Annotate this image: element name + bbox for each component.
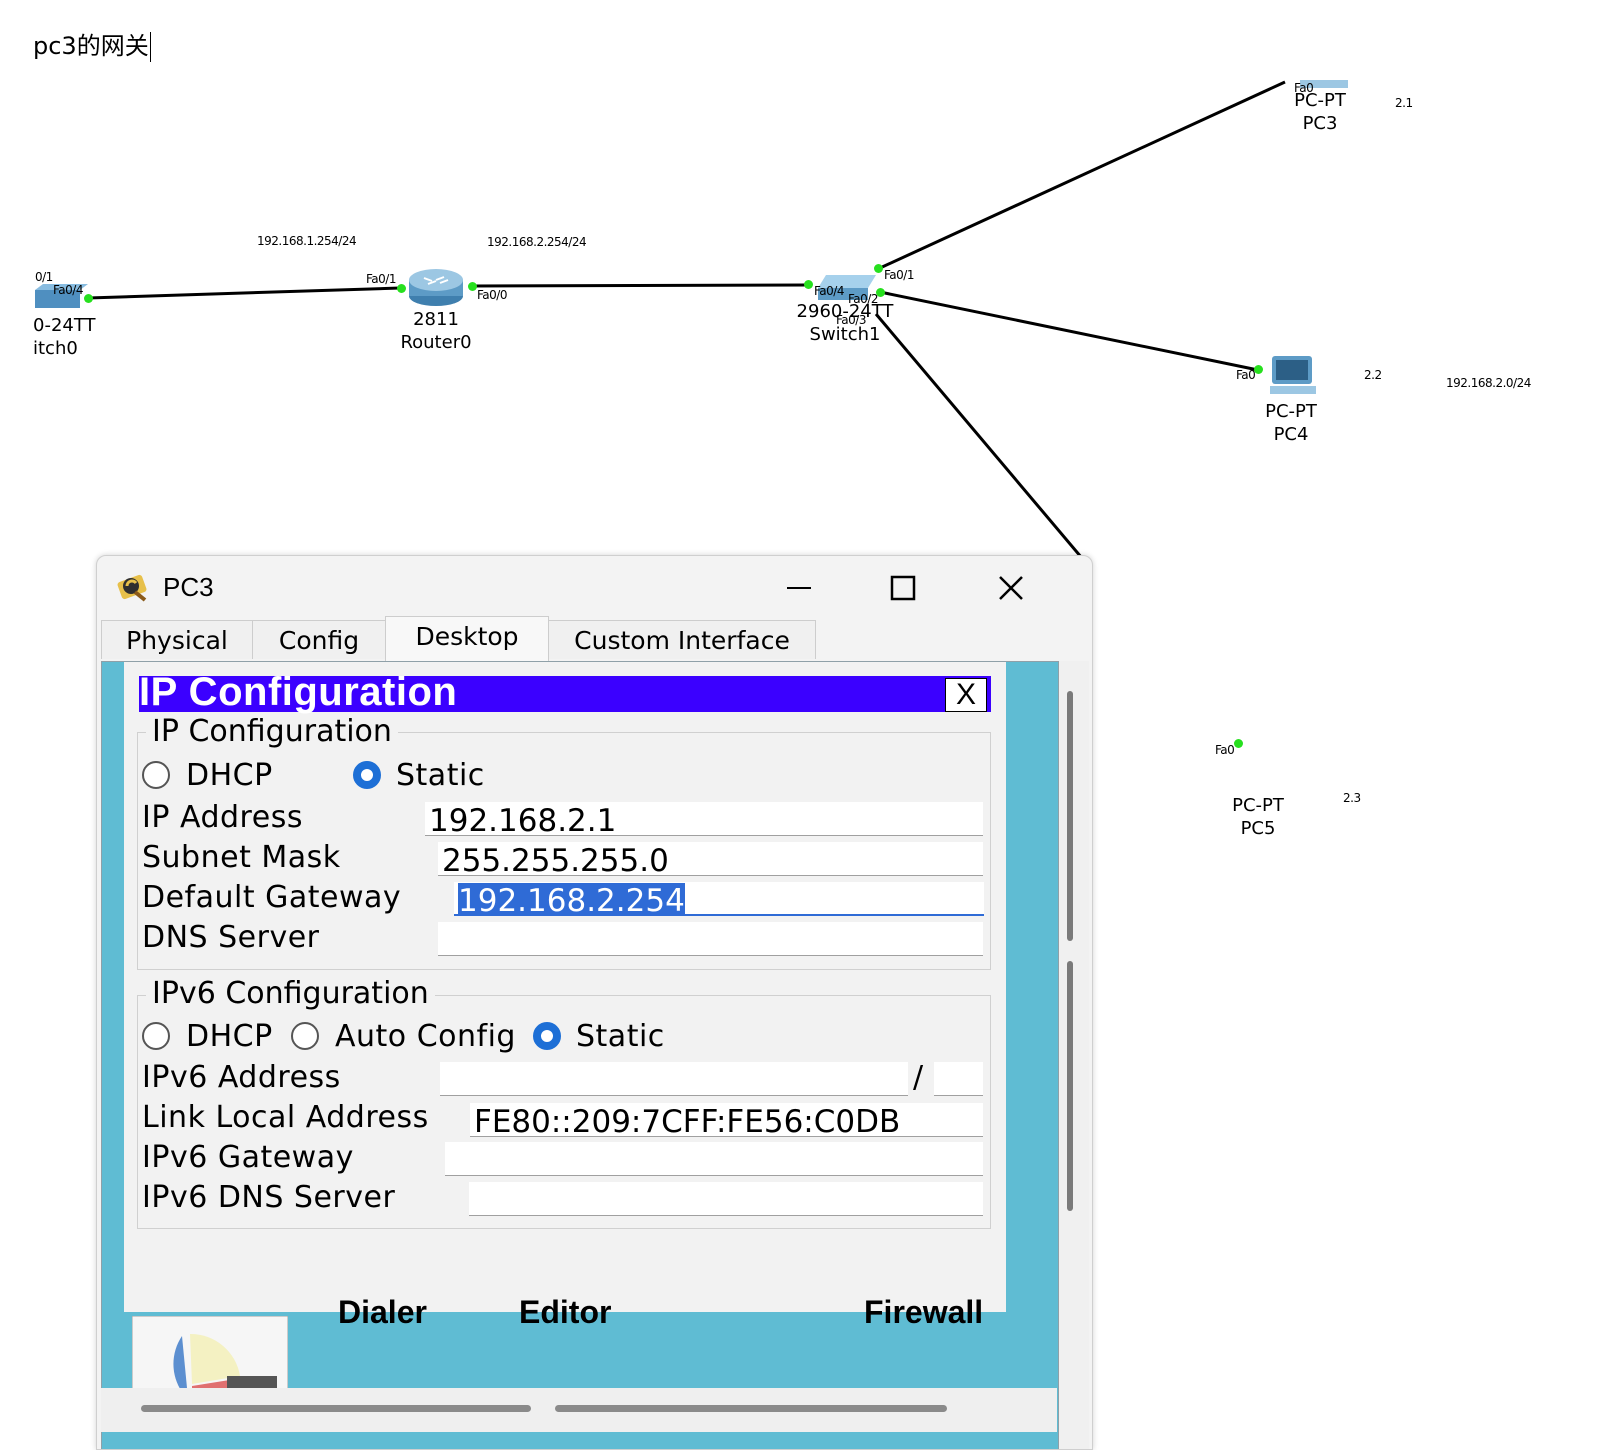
ip-configuration-panel: IP Configuration X IP Configuration DHCP… — [124, 662, 1006, 1312]
link-switch1-pc5 — [874, 313, 1086, 560]
desktop-app-dock: Dialer Editor Firewall — [102, 1294, 1058, 1392]
default-gateway-input[interactable]: 192.168.2.254 — [454, 882, 984, 916]
ipv6-legend: IPv6 Configuration — [146, 976, 435, 1011]
title-bar[interactable]: PC3 — [97, 556, 1092, 618]
default-gateway-value: 192.168.2.254 — [458, 883, 685, 914]
vertical-scroll-thumb[interactable] — [1067, 961, 1073, 1211]
link-switch1-pc3 — [879, 80, 1286, 270]
port-led — [468, 282, 477, 291]
pc4-ip-label: 2.2 — [1364, 368, 1382, 382]
tab-config[interactable]: Config — [252, 620, 386, 659]
ipv6-dhcp-radio[interactable] — [142, 1022, 170, 1050]
port-led — [804, 280, 813, 289]
router-right-subnet-label: 192.168.2.254/24 — [487, 235, 587, 249]
switch1-port-label: Fa0/1 — [884, 268, 914, 282]
ipv6-static-label: Static — [576, 1019, 665, 1054]
ipv6-static-radio[interactable] — [533, 1022, 561, 1050]
desktop-area: IP Configuration X IP Configuration DHCP… — [101, 661, 1059, 1449]
pc4-port-label: Fa0 — [1236, 368, 1256, 382]
ipv6-gateway-label: IPv6 Gateway — [142, 1140, 354, 1175]
subnet-mask-label: Subnet Mask — [142, 840, 341, 875]
ipv6-auto-config-radio[interactable] — [291, 1022, 319, 1050]
router-left-subnet-label: 192.168.1.254/24 — [257, 234, 357, 248]
horizontal-scroll-thumb[interactable] — [555, 1405, 947, 1412]
switch0-port-label: 0/1 — [35, 270, 53, 284]
link-switch1-pc4 — [879, 290, 1259, 372]
pc3-label[interactable]: PC-PT PC3 — [1270, 89, 1370, 135]
pc3-ip-label: 2.1 — [1395, 96, 1413, 110]
pc5-label[interactable]: PC-PT PC5 — [1208, 794, 1308, 840]
port-led — [397, 284, 406, 293]
default-gateway-label: Default Gateway — [142, 880, 402, 915]
subnet-mask-input[interactable]: 255.255.255.0 — [438, 842, 983, 876]
switch1-label[interactable]: 2960-24TT Switch1 — [775, 300, 915, 346]
tab-custom-interface[interactable]: Custom Interface — [548, 620, 816, 659]
horizontal-scrollbar[interactable] — [101, 1388, 1057, 1432]
window-title: PC3 — [163, 572, 214, 602]
ipv4-static-radio[interactable] — [353, 761, 381, 789]
ipv4-legend: IP Configuration — [146, 714, 398, 749]
port-led — [1234, 739, 1243, 748]
router0-label[interactable]: 2811 Router0 — [386, 308, 486, 354]
ip-configuration-header: IP Configuration X — [139, 670, 991, 714]
ipv4-static-label: Static — [396, 758, 485, 793]
port-led — [874, 264, 883, 273]
editor-app-label[interactable]: Editor — [519, 1294, 611, 1331]
port-led — [84, 294, 93, 303]
pc3-window: PC3 Physical Config Desktop Custom Inter… — [96, 555, 1093, 1450]
ip-configuration-close-button[interactable]: X — [945, 678, 987, 712]
pc5-ip-label: 2.3 — [1343, 791, 1361, 805]
ipv6-prefix-input[interactable] — [934, 1062, 983, 1096]
ipv6-address-input[interactable] — [440, 1062, 908, 1096]
lan-subnet-label: 192.168.2.0/24 — [1446, 376, 1531, 390]
dns-server-input[interactable] — [438, 922, 983, 956]
tab-physical[interactable]: Physical — [101, 620, 253, 659]
link-local-address-label: Link Local Address — [142, 1100, 429, 1135]
ipv6-gateway-input[interactable] — [445, 1142, 983, 1176]
ip-address-label: IP Address — [142, 800, 303, 835]
vertical-scrollbar[interactable] — [1059, 661, 1089, 1449]
tab-bar: Physical Config Desktop Custom Interface — [101, 616, 1091, 661]
packet-tracer-app-icon — [117, 574, 147, 602]
ipv6-dns-server-label: IPv6 DNS Server — [142, 1180, 396, 1215]
pc4-icon — [1270, 356, 1316, 394]
dns-server-label: DNS Server — [142, 920, 320, 955]
dialer-app-label[interactable]: Dialer — [338, 1294, 427, 1331]
link-local-address-input[interactable]: FE80::209:7CFF:FE56:C0DB — [470, 1103, 983, 1137]
ipv6-auto-config-label: Auto Config — [335, 1019, 516, 1054]
switch1-port-label: Fa0/4 — [814, 284, 844, 298]
port-led — [1254, 365, 1263, 374]
tab-desktop[interactable]: Desktop — [385, 616, 549, 661]
link-switch0-router0 — [87, 286, 401, 300]
vertical-scroll-thumb[interactable] — [1067, 691, 1073, 941]
maximize-icon[interactable] — [883, 568, 923, 608]
router-port-label: Fa0/1 — [366, 272, 396, 286]
prefix-separator: / — [913, 1060, 924, 1095]
close-icon[interactable] — [991, 568, 1031, 608]
router-icon — [409, 269, 463, 306]
minimize-icon[interactable] — [779, 568, 819, 608]
pie-chart-app-icon[interactable] — [132, 1316, 288, 1392]
router-port-label: Fa0/0 — [477, 288, 507, 302]
pc4-label[interactable]: PC-PT PC4 — [1241, 400, 1341, 446]
switch0-port-label: Fa0/4 — [53, 283, 83, 297]
ip-address-input[interactable]: 192.168.2.1 — [425, 802, 983, 836]
horizontal-scroll-thumb[interactable] — [141, 1405, 531, 1412]
ipv6-address-label: IPv6 Address — [142, 1060, 341, 1095]
network-topology — [35, 80, 1348, 560]
firewall-app-label[interactable]: Firewall — [864, 1294, 983, 1331]
ipv6-dhcp-label: DHCP — [186, 1019, 273, 1054]
ipv6-dns-server-input[interactable] — [469, 1182, 983, 1216]
ipv4-dhcp-radio[interactable] — [142, 761, 170, 789]
switch0-label[interactable]: 0-24TT itch0 — [33, 314, 96, 360]
link-router0-switch1 — [471, 283, 809, 288]
ipv4-dhcp-label: DHCP — [186, 758, 273, 793]
pc5-port-label: Fa0 — [1215, 743, 1235, 757]
